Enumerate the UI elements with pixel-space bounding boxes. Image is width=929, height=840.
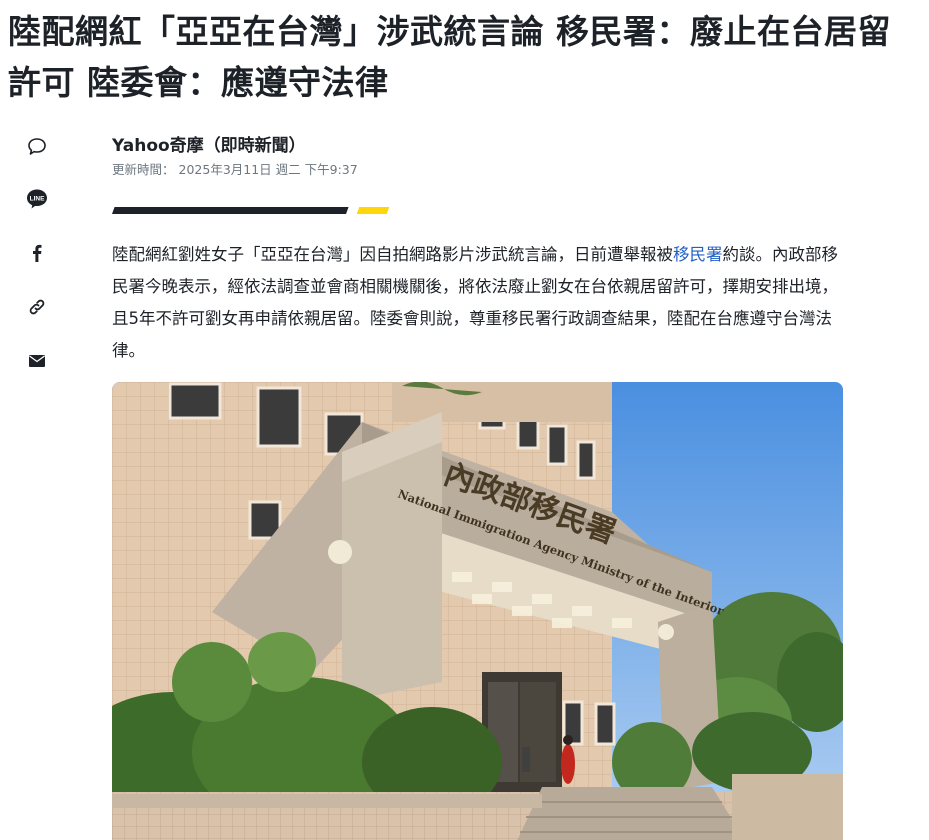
copy-link-button[interactable] (24, 294, 50, 320)
source-name[interactable]: Yahoo奇摩（即時新聞） (112, 134, 362, 158)
update-time-value: 2025年3月11日 週二 下午9:37 (178, 162, 358, 177)
byline: Yahoo奇摩（即時新聞） 更新時間： 2025年3月11日 週二 下午9:37 (112, 134, 362, 180)
update-time: 更新時間： 2025年3月11日 週二 下午9:37 (112, 160, 362, 180)
immigration-building-photo: 內政部移民署 National Immigration Agency Minis… (112, 382, 843, 840)
email-share-button[interactable] (24, 348, 50, 374)
line-icon: LINE (27, 189, 47, 209)
article-paragraph: 陸配網紅劉姓女子「亞亞在台灣」因自拍網路影片涉武統言論，日前遭舉報被移民署約談。… (112, 239, 842, 367)
divider-black-bar (112, 207, 349, 214)
facebook-share-button[interactable] (24, 240, 50, 266)
facebook-icon (33, 244, 42, 262)
line-share-button[interactable]: LINE (24, 186, 50, 212)
svg-text:LINE: LINE (30, 196, 45, 203)
divider-yellow-accent (356, 207, 390, 214)
comment-icon (28, 138, 46, 155)
mail-icon (29, 355, 45, 367)
paragraph-text-1: 陸配網紅劉姓女子「亞亞在台灣」因自拍網路影片涉武統言論，日前遭舉報被 (112, 245, 673, 264)
update-time-label: 更新時間： (112, 162, 175, 177)
immigration-agency-link[interactable]: 移民署 (673, 245, 723, 264)
article-photo[interactable]: 內政部移民署 National Immigration Agency Minis… (112, 382, 843, 840)
comment-button[interactable] (24, 134, 50, 160)
link-icon (29, 299, 45, 315)
article-headline: 陸配網紅「亞亞在台灣」涉武統言論 移民署：廢止在台居留許可 陸委會：應遵守法律 (8, 12, 891, 102)
